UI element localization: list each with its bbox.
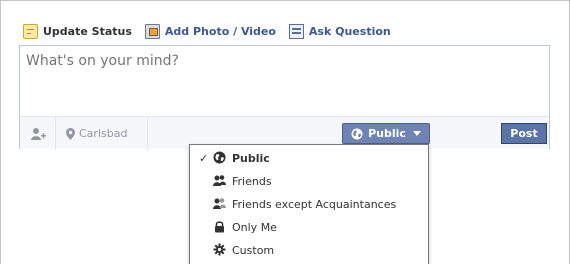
lock-icon xyxy=(215,221,224,233)
privacy-option-label: Public xyxy=(232,151,270,165)
check-icon: ✓ xyxy=(199,151,209,165)
tab-update-status[interactable]: Update Status xyxy=(23,23,132,39)
gear-icon xyxy=(213,243,226,256)
chevron-down-icon xyxy=(412,131,421,136)
privacy-option-friends-except-acquaintances[interactable]: Friends except Acquaintances xyxy=(190,193,428,215)
privacy-option-only-me[interactable]: Only Me xyxy=(190,216,428,238)
status-composer: Carlsbad Public Post xyxy=(19,45,550,150)
status-icon xyxy=(23,23,38,39)
privacy-option-custom[interactable]: Custom xyxy=(190,239,428,261)
privacy-option-label: Custom xyxy=(232,243,275,257)
privacy-option-label: Only Me xyxy=(232,220,277,234)
location-label: Carlsbad xyxy=(79,127,128,140)
tab-add-photo-video[interactable]: Add Photo / Video xyxy=(144,23,276,39)
status-input[interactable] xyxy=(20,46,549,116)
friends-icon xyxy=(213,175,226,186)
privacy-option-friends[interactable]: Friends xyxy=(190,170,428,192)
location-button[interactable]: Carlsbad xyxy=(56,117,148,150)
location-pin-icon xyxy=(66,127,75,140)
tab-label: Update Status xyxy=(43,24,132,38)
composer-frame: Update Status Add Photo / Video Ask Ques… xyxy=(0,0,570,264)
tab-label: Ask Question xyxy=(308,24,391,38)
friends-except-icon xyxy=(213,198,226,209)
privacy-menu: ✓ Public Friends Friends except Acquaint… xyxy=(189,144,429,264)
globe-icon xyxy=(213,151,226,164)
globe-icon xyxy=(351,128,363,139)
add-person-icon xyxy=(30,127,46,140)
composer-tabs: Update Status Add Photo / Video Ask Ques… xyxy=(23,23,404,39)
tab-ask-question[interactable]: Ask Question xyxy=(288,23,391,39)
privacy-option-label: Friends except Acquaintances xyxy=(232,197,397,211)
photo-icon xyxy=(144,23,160,39)
question-icon xyxy=(288,23,304,39)
privacy-label: Public xyxy=(368,127,406,140)
tag-people-button[interactable] xyxy=(20,117,56,150)
privacy-selector-button[interactable]: Public xyxy=(342,123,430,144)
tab-label: Add Photo / Video xyxy=(164,24,276,38)
privacy-option-public[interactable]: ✓ Public xyxy=(190,147,428,169)
privacy-option-label: Friends xyxy=(232,174,272,188)
post-button[interactable]: Post xyxy=(501,123,547,144)
